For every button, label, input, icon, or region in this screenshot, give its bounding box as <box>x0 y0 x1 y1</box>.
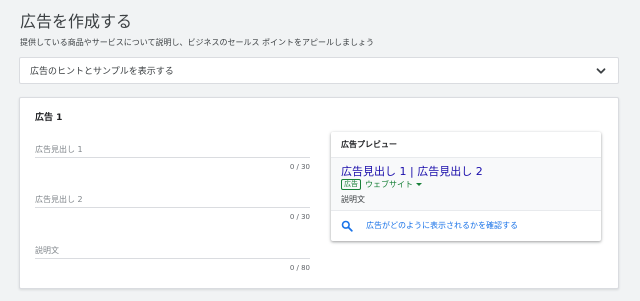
preview-link-label: 広告がどのように表示されるかを確認する <box>366 221 518 230</box>
hint-panel-label: 広告のヒントとサンプルを表示する <box>30 67 174 77</box>
headline-1-field: 0 / 30 <box>35 142 310 171</box>
description-counter: 0 / 80 <box>289 264 310 272</box>
page-subtitle: 提供している商品やサービスについて説明し、ビジネスのセールス ポイントをアピール… <box>20 38 375 47</box>
description-input[interactable] <box>35 243 310 259</box>
headline-1-input[interactable] <box>35 142 310 158</box>
ad-badge: 広告 <box>341 179 361 190</box>
hint-panel-toggle[interactable]: 広告のヒントとサンプルを表示する <box>19 57 619 84</box>
ad-preview-panel: 広告プレビュー 広告見出し 1 | 広告見出し 2 広告 ウェブサイト 説明文 … <box>331 132 601 241</box>
headline-2-counter: 0 / 30 <box>289 213 310 221</box>
caret-down-icon <box>416 183 422 186</box>
preview-title: 広告プレビュー <box>331 132 601 158</box>
headline-1-counter: 0 / 30 <box>289 163 310 171</box>
description-field: 0 / 80 <box>35 243 310 272</box>
preview-url-row: 広告 ウェブサイト <box>341 179 591 190</box>
preview-headline: 広告見出し 1 | 広告見出し 2 <box>341 165 483 178</box>
chevron-down-icon[interactable] <box>594 64 608 78</box>
ad-card-title: 広告 1 <box>35 113 63 123</box>
preview-description: 説明文 <box>341 195 365 204</box>
search-icon <box>341 220 353 232</box>
ad-card: 広告 1 0 / 30 0 / 30 0 / 80 広告プレビュー 広告見出し … <box>19 97 619 289</box>
headline-2-input[interactable] <box>35 192 310 208</box>
preview-url: ウェブサイト <box>365 180 413 189</box>
preview-check-link[interactable]: 広告がどのように表示されるかを確認する <box>331 211 601 240</box>
preview-ad-body: 広告見出し 1 | 広告見出し 2 広告 ウェブサイト 説明文 <box>331 158 601 211</box>
headline-2-field: 0 / 30 <box>35 192 310 221</box>
page-title: 広告を作成する <box>20 12 133 31</box>
